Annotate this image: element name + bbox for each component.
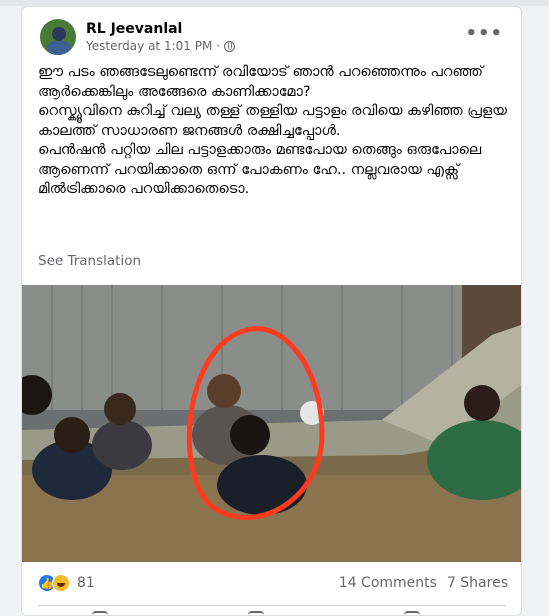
share-action-icon[interactable]: [404, 611, 420, 615]
haha-reaction-icon: [52, 574, 70, 592]
post-timestamp[interactable]: Yesterday at 1:01 PM: [86, 39, 212, 53]
see-translation-link[interactable]: See Translation: [38, 253, 141, 269]
author-avatar[interactable]: [38, 17, 78, 57]
footer-divider: [38, 605, 506, 606]
engagement-stats: 14 Comments 7 Shares: [339, 575, 508, 591]
shares-count-link[interactable]: 7 Shares: [447, 575, 508, 591]
separator-dot: ·: [216, 39, 221, 53]
comments-count-link[interactable]: 14 Comments: [339, 575, 437, 591]
like-action-icon[interactable]: [92, 611, 108, 615]
post-card: RL Jeevanlal Yesterday at 1:01 PM · ••• …: [21, 6, 522, 616]
flood-rescue-photo: [22, 285, 521, 562]
post-text: ഈ പടം ഞങ്ങടേലുണ്ടെന്ന് രവിയോട് ഞാൻ പറഞ്ഞ…: [38, 63, 508, 200]
author-name[interactable]: RL Jeevanlal: [86, 21, 235, 37]
action-bar-partial: [92, 611, 420, 615]
reaction-count: 81: [77, 575, 95, 591]
comment-action-icon[interactable]: [248, 611, 264, 615]
reactions-summary[interactable]: 👍 81: [38, 574, 95, 592]
post-subline: Yesterday at 1:01 PM ·: [86, 39, 236, 53]
globe-icon: [224, 40, 236, 52]
post-paragraph-1: ഈ പടം ഞങ്ങടേലുണ്ടെന്ന് രവിയോട് ഞാൻ പറഞ്ഞ…: [38, 64, 483, 100]
post-header: RL Jeevanlal Yesterday at 1:01 PM ·: [38, 17, 236, 57]
post-footer: 👍 81 14 Comments 7 Shares: [38, 572, 508, 594]
more-options-button[interactable]: •••: [465, 23, 503, 44]
post-photo[interactable]: [22, 285, 521, 562]
post-paragraph-3: പെൻഷൻ പറ്റിയ ചില പട്ടാളക്കാരും മണ്ടപോയ ത…: [38, 142, 482, 197]
post-paragraph-2: റെസ്ക്യൂവിനെ കുറിച്ച് വല്യ തള്ള് തള്ളിയ …: [38, 103, 507, 139]
author-meta: RL Jeevanlal Yesterday at 1:01 PM ·: [86, 21, 236, 53]
